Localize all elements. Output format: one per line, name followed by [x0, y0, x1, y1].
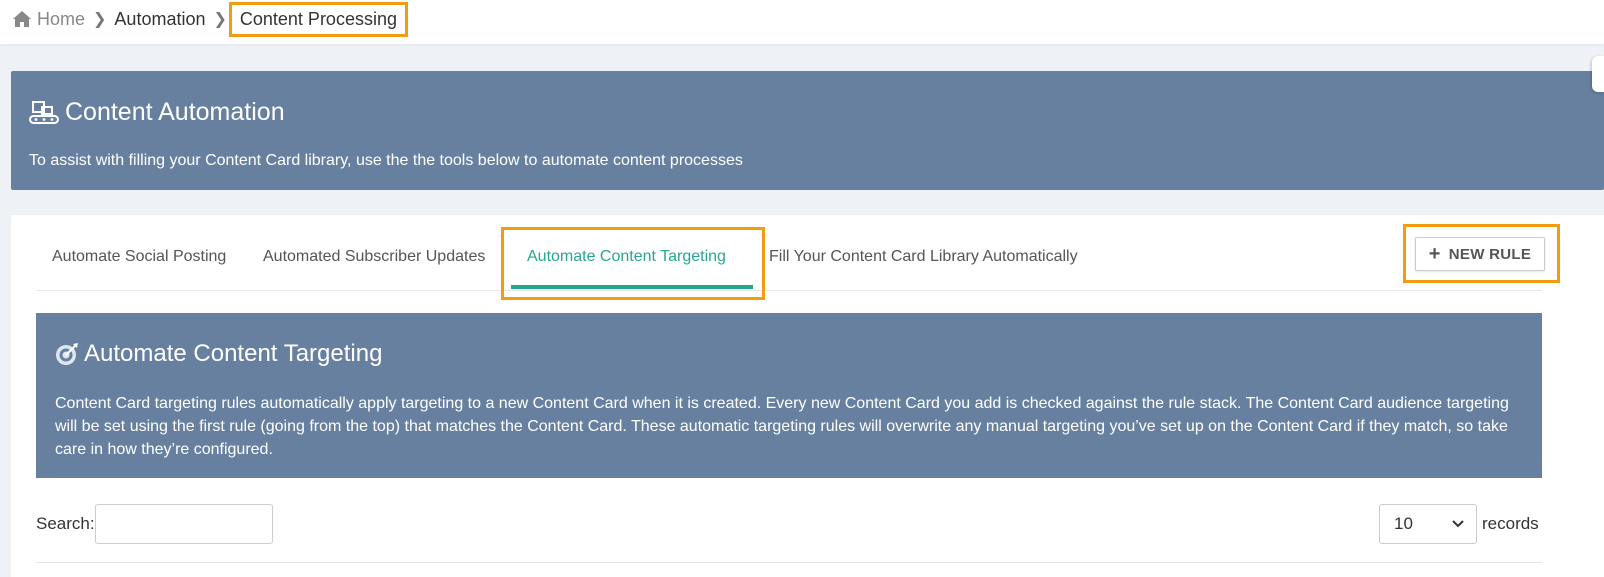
new-rule-label: NEW RULE — [1448, 245, 1532, 263]
breadcrumb-current: Content Processing — [228, 1, 408, 37]
tab-fill-content-card-library[interactable]: Fill Your Content Card Library Automatic… — [769, 248, 1078, 266]
target-icon — [56, 343, 78, 365]
hero-description: To assist with filling your Content Card… — [29, 152, 743, 169]
info-title: Automate Content Targeting — [54, 340, 382, 368]
divider — [36, 562, 1542, 563]
breadcrumb-automation[interactable]: Automation — [114, 9, 205, 30]
search-input[interactable] — [95, 504, 273, 544]
plus-icon: + — [1428, 243, 1441, 265]
chevron-right-icon: ❯ — [93, 11, 107, 28]
records-select-value: 10 — [1394, 514, 1413, 533]
chevron-right-icon: ❯ — [213, 11, 227, 28]
hero-title-text: Content Automation — [65, 98, 285, 126]
content-automation-header: Content Automation To assist with fillin… — [11, 71, 1604, 190]
breadcrumb-bar: Home ❯ Automation ❯ Content Processing — [0, 0, 1604, 44]
new-rule-highlight: + NEW RULE — [1403, 224, 1560, 283]
side-panel-toggle[interactable] — [1592, 56, 1604, 92]
table-controls: Search: 10 records — [36, 504, 1542, 546]
tab-automated-subscriber-updates[interactable]: Automated Subscriber Updates — [263, 248, 485, 266]
page-title: Content Automation — [29, 98, 285, 127]
info-description: Content Card targeting rules automatical… — [55, 395, 1509, 458]
targeting-info-panel: Automate Content Targeting Content Card … — [36, 313, 1542, 478]
tab-automate-social-posting[interactable]: Automate Social Posting — [52, 248, 226, 266]
info-title-text: Automate Content Targeting — [84, 340, 383, 367]
search-label: Search: — [36, 514, 95, 533]
home-icon[interactable] — [12, 10, 32, 28]
breadcrumb-home[interactable]: Home — [37, 9, 85, 30]
records-label: records — [1482, 514, 1539, 533]
new-rule-button[interactable]: + NEW RULE — [1415, 237, 1545, 271]
automation-card: Automate Social Posting Automated Subscr… — [11, 215, 1604, 577]
breadcrumb: Home ❯ Automation ❯ Content Processing — [12, 1, 408, 37]
active-tab-highlight — [501, 227, 765, 300]
tab-bar: Automate Social Posting Automated Subscr… — [36, 215, 1542, 291]
chevron-down-icon — [1452, 520, 1464, 528]
records-per-page-select[interactable]: 10 — [1379, 504, 1477, 544]
conveyor-icon — [29, 100, 59, 124]
